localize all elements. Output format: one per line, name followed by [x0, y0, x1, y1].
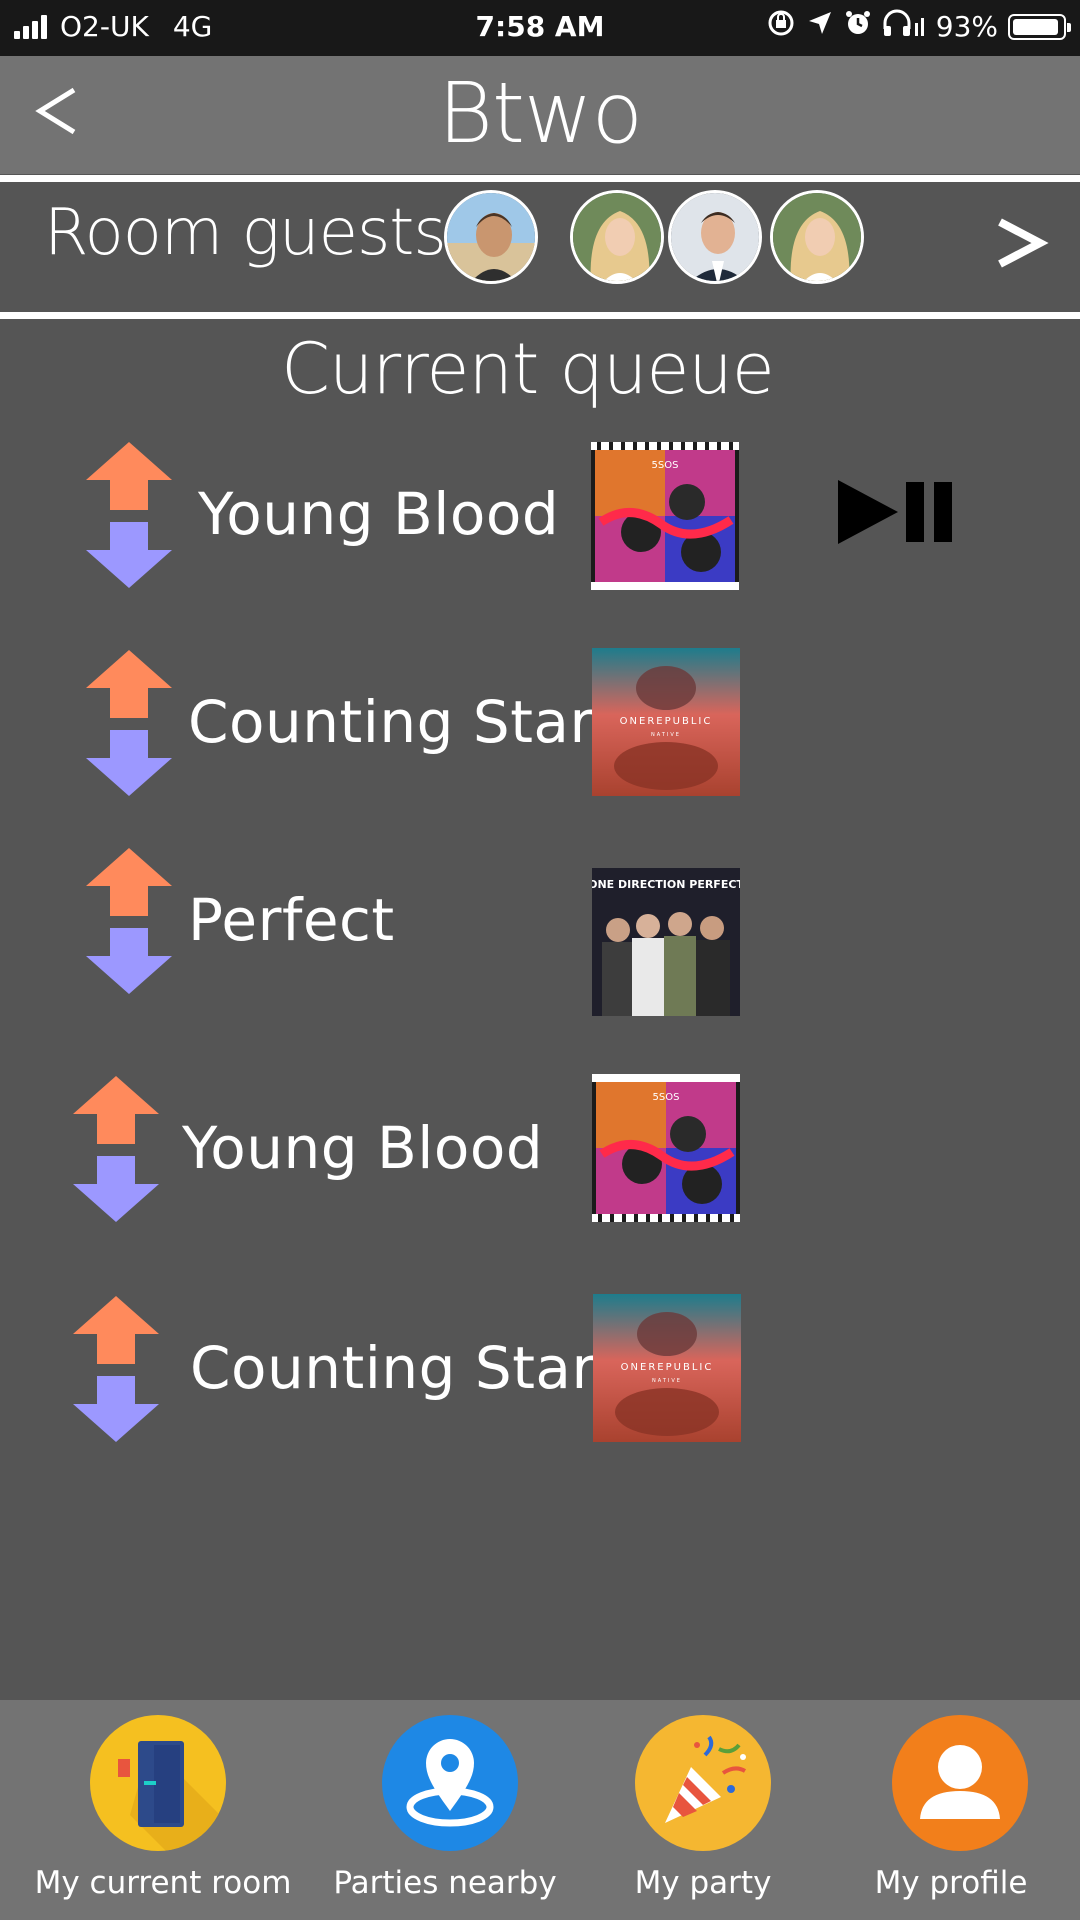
- young-blood-album-art: 5SOS: [592, 1074, 740, 1222]
- party-popper-icon: [635, 1715, 771, 1851]
- room-guests-bar[interactable]: Room guests: [0, 186, 1080, 310]
- guest-avatar-1[interactable]: [444, 190, 538, 284]
- song-title: Counting Stars: [188, 688, 625, 756]
- queue-item-3[interactable]: Perfect ONE DIRECTION PERFECT: [0, 846, 1080, 1016]
- song-title: Counting Stars: [190, 1334, 627, 1402]
- tab-label: Parties nearby: [333, 1865, 557, 1901]
- bottom-tab-bar: My current room Parties nearby My party: [0, 1700, 1080, 1920]
- queue-item-2[interactable]: Counting Stars ONEREPUBLIC NATIVE: [0, 648, 1080, 798]
- album-band-label: 5SOS: [653, 1092, 680, 1103]
- rotation-lock-icon: [766, 8, 796, 45]
- chevron-right-icon[interactable]: [990, 208, 1050, 278]
- battery-icon: [1008, 13, 1071, 40]
- album-band-label: ONE DIRECTION PERFECT: [592, 878, 740, 891]
- vote-arrows-icon[interactable]: [86, 440, 172, 590]
- vote-arrows-icon[interactable]: [86, 846, 172, 996]
- song-title: Young Blood: [198, 480, 560, 548]
- counting-stars-album-art: ONEREPUBLIC NATIVE: [592, 648, 740, 796]
- location-pin-icon: [382, 1715, 518, 1851]
- tab-parties-nearby[interactable]: Parties nearby: [310, 1700, 580, 1920]
- tab-label: My profile: [874, 1865, 1028, 1901]
- alarm-icon: [844, 9, 872, 44]
- queue-item-4[interactable]: Young Blood 5SOS: [0, 1074, 1080, 1224]
- queue-item-5[interactable]: Counting Stars ONEREPUBLIC NATIVE: [0, 1294, 1080, 1444]
- perfect-album-art: ONE DIRECTION PERFECT: [592, 868, 740, 1016]
- tab-label: My current room: [34, 1865, 292, 1901]
- play-pause-icon[interactable]: [836, 476, 962, 548]
- album-title-label: NATIVE: [651, 732, 681, 738]
- vote-arrows-icon[interactable]: [73, 1074, 159, 1224]
- vote-arrows-icon[interactable]: [86, 648, 172, 798]
- status-right: 93%: [766, 8, 1071, 45]
- app-header: Btwo: [0, 56, 1080, 174]
- location-arrow-icon: [806, 9, 834, 44]
- album-band-label: ONEREPUBLIC: [620, 716, 713, 727]
- headphones-icon: [882, 9, 926, 44]
- status-bar: O2-UK 4G 7:58 AM 93%: [0, 0, 1080, 56]
- battery-percent: 93%: [935, 10, 998, 43]
- header-divider: [0, 175, 1080, 182]
- user-icon: [892, 1715, 1028, 1851]
- tab-label: My party: [634, 1865, 772, 1901]
- album-band-label: ONEREPUBLIC: [621, 1362, 714, 1373]
- guests-divider: [0, 312, 1080, 319]
- queue-title: Current queue: [281, 328, 775, 410]
- queue-item-1[interactable]: Young Blood 5SOS: [0, 440, 1080, 590]
- album-band-label: 5SOS: [652, 460, 679, 471]
- door-icon: [90, 1715, 226, 1851]
- room-guests-label: Room guests: [44, 196, 447, 270]
- counting-stars-album-art: ONEREPUBLIC NATIVE: [593, 1294, 741, 1442]
- room-title: Btwo: [437, 64, 643, 162]
- song-title: Young Blood: [182, 1114, 544, 1182]
- guest-avatar-4[interactable]: [770, 190, 864, 284]
- album-title-label: NATIVE: [652, 1378, 682, 1384]
- tab-my-current-room[interactable]: My current room: [28, 1700, 298, 1920]
- young-blood-album-art: 5SOS: [591, 442, 739, 590]
- song-title: Perfect: [188, 886, 395, 954]
- guest-avatar-3[interactable]: [668, 190, 762, 284]
- tab-my-profile[interactable]: My profile: [816, 1700, 1080, 1920]
- vote-arrows-icon[interactable]: [73, 1294, 159, 1444]
- guest-avatar-2[interactable]: [570, 190, 664, 284]
- tab-my-party[interactable]: My party: [568, 1700, 838, 1920]
